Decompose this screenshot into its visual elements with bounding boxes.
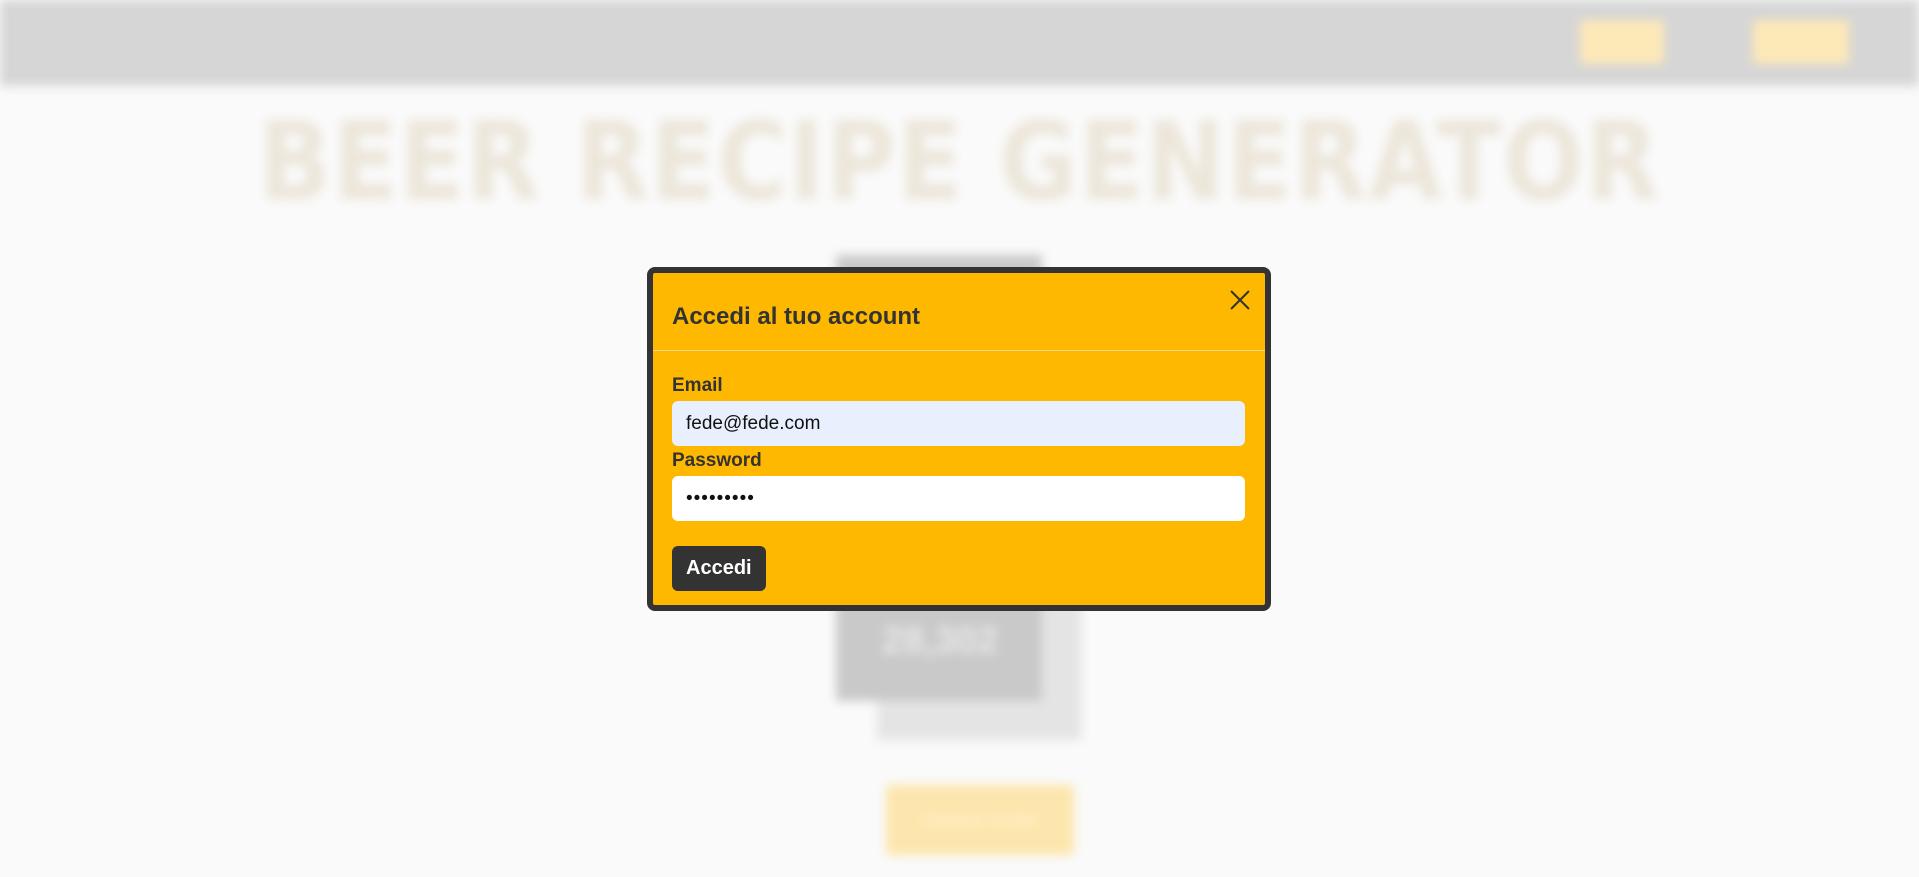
email-field[interactable]: [672, 401, 1245, 446]
page: Login Registrati BEER RECIPE GENERATOR 2…: [0, 0, 1919, 877]
recipe-card-value: 28,302: [881, 620, 999, 662]
navbar-register-button[interactable]: Registrati: [1753, 20, 1849, 64]
modal-header: Accedi al tuo account: [653, 273, 1265, 351]
generate-button[interactable]: Genera ricetta: [886, 785, 1074, 855]
top-navbar: Login Registrati: [0, 0, 1919, 86]
email-label: Email: [672, 375, 723, 396]
login-submit-button[interactable]: Accedi: [672, 546, 766, 591]
password-field[interactable]: [672, 476, 1245, 521]
navbar-login-button[interactable]: Login: [1580, 20, 1664, 64]
close-icon: [1230, 290, 1250, 310]
close-button[interactable]: [1227, 287, 1253, 313]
hero-title: BEER RECIPE GENERATOR: [258, 100, 1661, 225]
login-modal: Accedi al tuo account Email Password Acc…: [647, 267, 1271, 611]
modal-title: Accedi al tuo account: [672, 303, 921, 330]
password-label: Password: [672, 450, 762, 471]
